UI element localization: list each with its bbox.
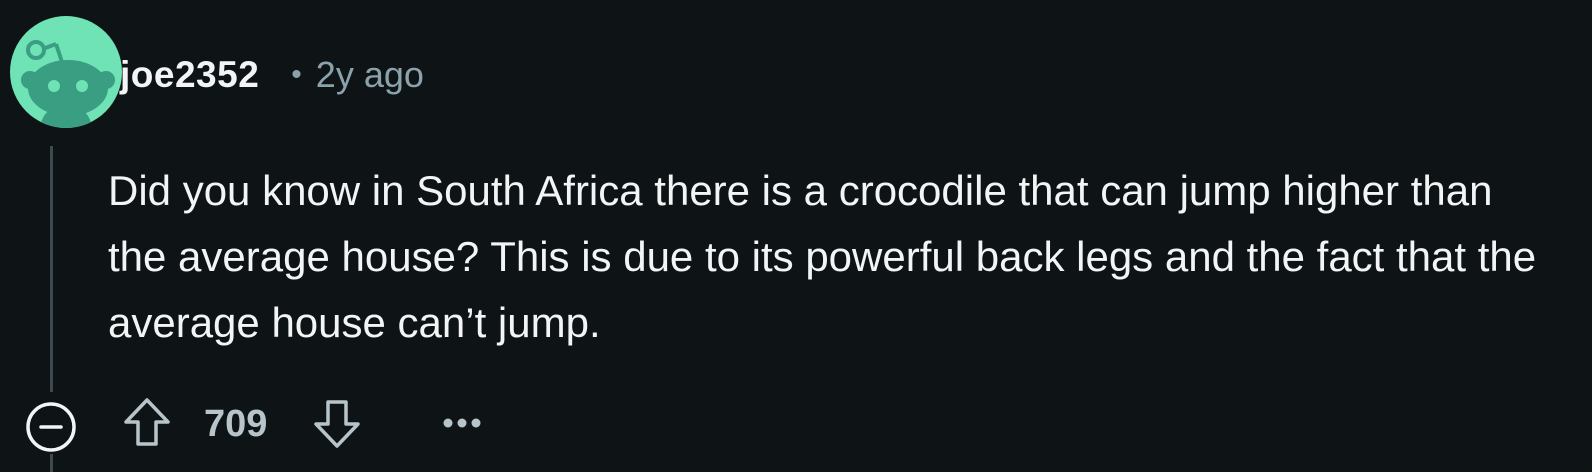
comment-age: 2y ago (315, 54, 424, 95)
collapse-circle-minus-icon (26, 402, 76, 452)
separator-dot: • (291, 58, 302, 91)
ellipsis-horizontal-icon (443, 418, 481, 428)
collapse-button[interactable] (24, 400, 78, 454)
thread-line[interactable] (50, 454, 53, 472)
arrow-down-outline-icon (314, 400, 360, 448)
vote-score: 709 (204, 403, 268, 445)
comment-body: Did you know in South Africa there is a … (108, 167, 1537, 346)
arrow-up-outline-icon (124, 398, 170, 446)
upvote-button[interactable] (122, 396, 172, 450)
avatar[interactable] (10, 16, 122, 128)
downvote-button[interactable] (312, 396, 362, 450)
more-options-button[interactable] (440, 408, 484, 438)
comment-meta: joe2352 • 2y ago (120, 50, 424, 100)
thread-line[interactable] (50, 146, 53, 392)
username-link[interactable]: joe2352 (120, 54, 259, 96)
comment-actions: 709 (0, 392, 1592, 454)
comment: joe2352 • 2y ago Did you know in South A… (0, 0, 1592, 472)
reddit-snoo-avatar-icon (21, 40, 115, 128)
